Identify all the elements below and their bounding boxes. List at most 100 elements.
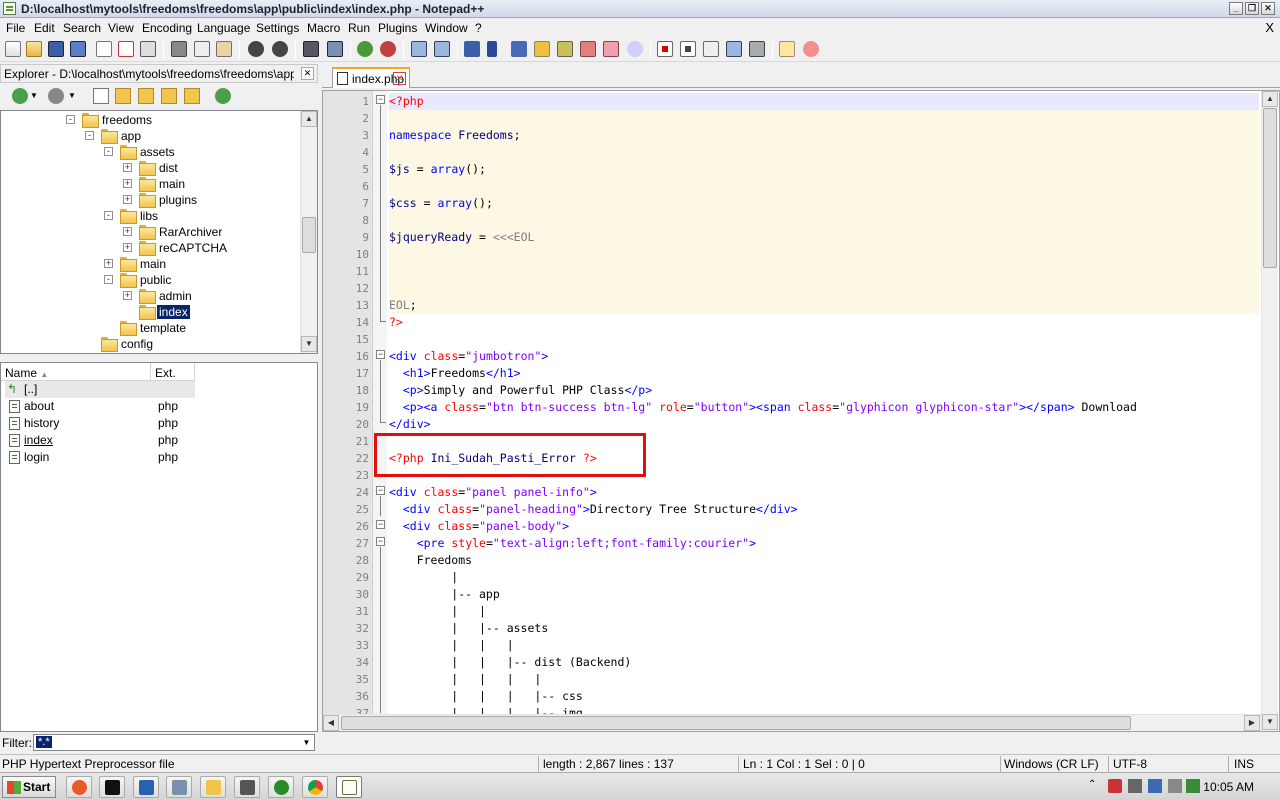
taskbar-app[interactable]: [268, 776, 294, 798]
close-document-button[interactable]: X: [1265, 20, 1274, 35]
minimize-button[interactable]: _: [1229, 2, 1243, 15]
file-row[interactable]: login php: [5, 449, 315, 466]
redo-icon[interactable]: [272, 41, 288, 57]
menu-help[interactable]: ?: [475, 21, 482, 35]
copy-icon[interactable]: [194, 41, 210, 57]
explorer-panel-icon[interactable]: [779, 41, 795, 57]
plugin-heart-icon[interactable]: [803, 41, 819, 57]
code-line[interactable]: namespace Freedoms;: [389, 127, 1259, 144]
file-row[interactable]: index php: [5, 432, 315, 449]
taskbar-app[interactable]: [166, 776, 192, 798]
playback-icon[interactable]: [703, 41, 719, 57]
code-editor[interactable]: 1 2 3 4 5 6 7 8 9 10 11 12 13 14 15 16 17 18 19 20 21 22 23 24 2…: [322, 90, 1280, 732]
cut-icon[interactable]: [171, 41, 187, 57]
code-line[interactable]: [389, 331, 1259, 348]
code-line[interactable]: [389, 280, 1259, 297]
function-list-icon[interactable]: [580, 41, 596, 57]
code-line[interactable]: | |: [389, 603, 1259, 620]
menu-run[interactable]: Run: [348, 21, 370, 35]
tray-sync-icon[interactable]: [1186, 779, 1200, 793]
fold-collapse-icon[interactable]: −: [376, 537, 385, 546]
fold-collapse-icon[interactable]: −: [376, 520, 385, 529]
indent-guide-icon[interactable]: [511, 41, 527, 57]
scroll-up-button[interactable]: ▲: [301, 111, 317, 127]
taskbar-app[interactable]: [234, 776, 260, 798]
editor-vertical-scrollbar[interactable]: ▲ ▼: [1261, 91, 1278, 731]
menu-macro[interactable]: Macro: [307, 21, 340, 35]
code-line[interactable]: |-- app: [389, 586, 1259, 603]
menu-language[interactable]: Language: [197, 21, 250, 35]
file-list[interactable]: Name ▲ Ext. ↰ [..] about php history php i…: [0, 362, 318, 732]
find-icon[interactable]: [303, 41, 319, 57]
tray-network-icon[interactable]: [1148, 779, 1162, 793]
code-line[interactable]: | | | |: [389, 671, 1259, 688]
word-wrap-icon[interactable]: [464, 41, 480, 57]
fold-collapse-icon[interactable]: −: [376, 95, 385, 104]
code-line[interactable]: <div class="jumbotron">: [389, 348, 1259, 365]
chevron-down-icon[interactable]: ▼: [299, 735, 314, 750]
refresh-icon[interactable]: [215, 88, 231, 104]
filter-combobox[interactable]: *.* ▼: [33, 734, 315, 751]
document-map-icon[interactable]: [557, 41, 573, 57]
close-all-icon[interactable]: [118, 41, 134, 57]
code-line[interactable]: <h1>Freedoms</h1>: [389, 365, 1259, 382]
find-in-folder-icon[interactable]: [138, 88, 154, 104]
code-line[interactable]: | | |-- dist (Backend): [389, 654, 1259, 671]
menu-edit[interactable]: Edit: [34, 21, 55, 35]
restore-button[interactable]: ❐: [1245, 2, 1259, 15]
code-line[interactable]: <div class="panel panel-info">: [389, 484, 1259, 501]
code-line[interactable]: <div class="panel-heading">Directory Tre…: [389, 501, 1259, 518]
code-line[interactable]: <?php: [389, 93, 1259, 110]
scroll-down-button[interactable]: ▼: [1262, 714, 1278, 730]
forward-icon[interactable]: [48, 88, 64, 104]
fold-collapse-icon[interactable]: −: [376, 350, 385, 359]
paste-icon[interactable]: [216, 41, 232, 57]
back-icon[interactable]: [12, 88, 28, 104]
new-file-icon[interactable]: [5, 41, 21, 57]
folder-as-workspace-icon[interactable]: [603, 41, 619, 57]
scroll-thumb[interactable]: [341, 716, 1131, 730]
code-line[interactable]: <p><a class="btn btn-success btn-lg" rol…: [389, 399, 1259, 416]
code-line[interactable]: $css = array();: [389, 195, 1259, 212]
record-macro-icon[interactable]: [657, 41, 673, 57]
code-line[interactable]: ?>: [389, 314, 1259, 331]
code-line[interactable]: [389, 246, 1259, 263]
code-line[interactable]: | |-- assets: [389, 620, 1259, 637]
close-tab-icon[interactable]: ✕: [393, 72, 406, 85]
save-macro-icon[interactable]: [749, 41, 765, 57]
taskbar-app[interactable]: [66, 776, 92, 798]
open-folder-icon[interactable]: [184, 88, 200, 104]
run-macro-multiple-icon[interactable]: [726, 41, 742, 57]
zoom-in-icon[interactable]: [357, 41, 373, 57]
save-all-icon[interactable]: [70, 41, 86, 57]
tray-volume-icon[interactable]: [1128, 779, 1142, 793]
new-folder-icon[interactable]: [115, 88, 131, 104]
new-file-icon[interactable]: [93, 88, 109, 104]
menu-settings[interactable]: Settings: [256, 21, 299, 35]
tray-app-icon[interactable]: [1168, 779, 1182, 793]
scroll-down-button[interactable]: ▼: [301, 336, 317, 352]
code-line[interactable]: <pre style="text-align:left;font-family:…: [389, 535, 1259, 552]
tab-index-php[interactable]: index.php ✕: [332, 67, 410, 88]
code-line[interactable]: |: [389, 569, 1259, 586]
menu-plugins[interactable]: Plugins: [378, 21, 417, 35]
code-line[interactable]: | | | |-- css: [389, 688, 1259, 705]
taskbar-app[interactable]: [99, 776, 125, 798]
taskbar-app[interactable]: [200, 776, 226, 798]
save-icon[interactable]: [48, 41, 64, 57]
taskbar-app[interactable]: [133, 776, 159, 798]
scroll-thumb[interactable]: [1263, 108, 1277, 268]
code-line[interactable]: EOL;: [389, 297, 1259, 314]
folder-user-icon[interactable]: [161, 88, 177, 104]
scroll-right-button[interactable]: ▶: [1244, 715, 1260, 731]
code-line[interactable]: <p>Simply and Powerful PHP Class</p>: [389, 382, 1259, 399]
undo-icon[interactable]: [248, 41, 264, 57]
show-all-characters-icon[interactable]: [487, 41, 497, 57]
code-line[interactable]: [389, 178, 1259, 195]
menu-encoding[interactable]: Encoding: [142, 21, 192, 35]
sync-horizontal-icon[interactable]: [434, 41, 450, 57]
folder-tree[interactable]: - freedoms - app - assets + dist + main + plug…: [0, 110, 318, 354]
code-line[interactable]: [389, 263, 1259, 280]
zoom-out-icon[interactable]: [380, 41, 396, 57]
user-language-icon[interactable]: [534, 41, 550, 57]
